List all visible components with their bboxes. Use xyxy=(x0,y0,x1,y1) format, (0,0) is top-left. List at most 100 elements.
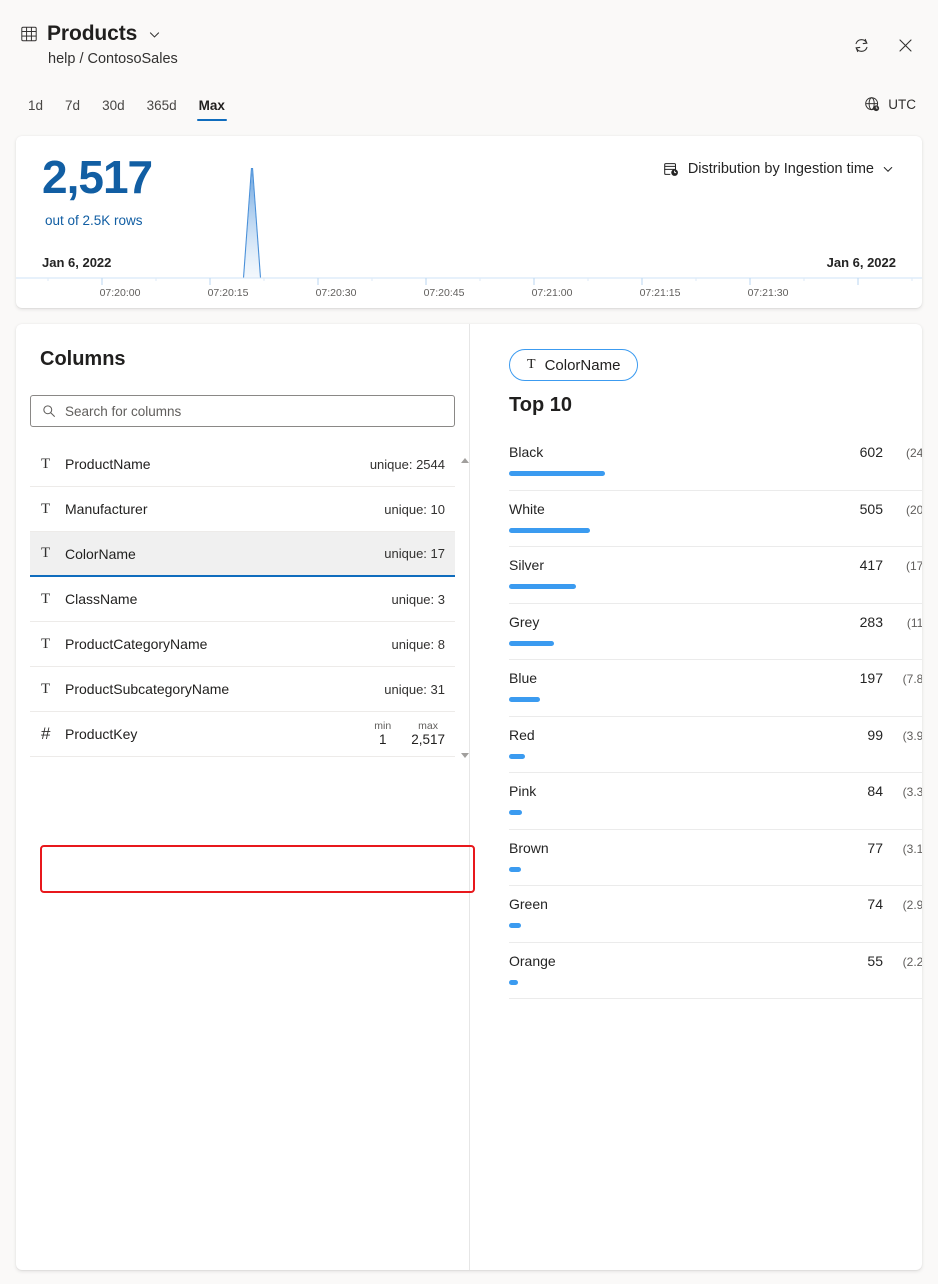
column-meta: unique: 2544 xyxy=(370,457,445,472)
column-name: ClassName xyxy=(65,591,392,607)
tab-max[interactable]: Max xyxy=(191,96,233,121)
refresh-icon xyxy=(852,36,871,55)
refresh-button[interactable] xyxy=(846,30,876,60)
value-row-pink[interactable]: Pink 84 (3.3%) xyxy=(509,773,922,830)
max-value: 2,517 xyxy=(411,732,445,748)
chip-label: ColorName xyxy=(545,357,621,374)
column-name: Manufacturer xyxy=(65,501,384,517)
column-row-productsubcategoryname[interactable]: T ProductSubcategoryName unique: 31 xyxy=(30,667,455,712)
text-type-icon: T xyxy=(527,357,536,373)
summary-card: 2,517 out of 2.5K rows Distribution by I… xyxy=(16,136,922,308)
value-count: 77 xyxy=(867,840,883,856)
value-name: Grey xyxy=(509,614,860,630)
value-name: Pink xyxy=(509,783,867,799)
value-row-grey[interactable]: Grey 283 (11%) xyxy=(509,604,922,661)
text-type-icon: T xyxy=(41,501,61,518)
header-actions xyxy=(846,30,920,60)
number-type-icon: # xyxy=(41,724,61,744)
value-count: 197 xyxy=(860,670,883,686)
column-meta: unique: 17 xyxy=(384,546,445,561)
title-row: Products xyxy=(20,22,161,46)
value-count: 55 xyxy=(867,953,883,969)
value-row-brown[interactable]: Brown 77 (3.1%) xyxy=(509,830,922,887)
value-percent: (11%) xyxy=(890,616,922,630)
spike-plot xyxy=(16,154,922,278)
value-row-black[interactable]: Black 602 (24%) xyxy=(509,434,922,491)
column-name: ProductKey xyxy=(65,726,374,742)
max-label: max xyxy=(418,720,438,733)
value-row-green[interactable]: Green 74 (2.9%) xyxy=(509,886,922,943)
value-name: Black xyxy=(509,444,860,460)
column-name: ProductSubcategoryName xyxy=(65,681,384,697)
value-count: 417 xyxy=(860,557,883,573)
value-name: White xyxy=(509,501,860,517)
value-row-silver[interactable]: Silver 417 (17%) xyxy=(509,547,922,604)
tab-30d[interactable]: 30d xyxy=(94,96,133,121)
search-input[interactable] xyxy=(65,404,443,419)
text-type-icon: T xyxy=(41,545,61,562)
column-row-productname[interactable]: T ProductName unique: 2544 xyxy=(30,442,455,487)
value-count: 84 xyxy=(867,783,883,799)
breadcrumb: help / ContosoSales xyxy=(48,51,178,67)
text-type-icon: T xyxy=(41,591,61,608)
value-name: Green xyxy=(509,896,867,912)
value-percent: (20%) xyxy=(890,503,922,517)
column-meta: unique: 3 xyxy=(392,592,446,607)
value-bar xyxy=(509,471,605,476)
min-value: 1 xyxy=(379,732,387,748)
column-name: ProductCategoryName xyxy=(65,636,392,652)
column-row-colorname[interactable]: T ColorName unique: 17 xyxy=(30,532,455,577)
selected-column-chip[interactable]: T ColorName xyxy=(509,349,638,381)
value-count: 505 xyxy=(860,501,883,517)
column-row-classname[interactable]: T ClassName unique: 3 xyxy=(30,577,455,622)
search-icon xyxy=(42,404,56,418)
value-percent: (2.9%) xyxy=(890,898,922,912)
page-header: Products help / ContosoSales 1d 7d 30d 3… xyxy=(0,0,938,126)
columns-scrollbar[interactable] xyxy=(459,458,470,758)
selection-highlight-annotation xyxy=(40,845,475,893)
value-name: Orange xyxy=(509,953,867,969)
text-type-icon: T xyxy=(41,636,61,653)
value-bar xyxy=(509,697,540,702)
columns-list: T ProductName unique: 2544 T Manufacture… xyxy=(30,442,455,758)
min-label: min xyxy=(374,720,391,733)
value-name: Brown xyxy=(509,840,867,856)
column-row-manufacturer[interactable]: T Manufacturer unique: 10 xyxy=(30,487,455,532)
column-name: ProductName xyxy=(65,456,370,472)
scroll-down-arrow-icon[interactable] xyxy=(461,753,469,758)
value-row-red[interactable]: Red 99 (3.9%) xyxy=(509,717,922,774)
column-row-productcategoryname[interactable]: T ProductCategoryName unique: 8 xyxy=(30,622,455,667)
tab-365d[interactable]: 365d xyxy=(139,96,185,121)
value-bar xyxy=(509,584,576,589)
value-row-white[interactable]: White 505 (20%) xyxy=(509,491,922,548)
column-minmax: min 1 max 2,517 xyxy=(374,720,445,749)
axis-tick-5: 07:21:15 xyxy=(640,287,681,299)
explorer-card: Columns T ProductName unique: 2544 T Man… xyxy=(16,324,922,1270)
value-name: Blue xyxy=(509,670,860,686)
value-count: 283 xyxy=(860,614,883,630)
value-count: 99 xyxy=(867,727,883,743)
globe-clock-icon xyxy=(864,96,881,113)
value-percent: (7.8%) xyxy=(890,672,922,686)
timezone-selector[interactable]: UTC xyxy=(864,96,916,113)
top-values-title: Top 10 xyxy=(509,394,572,417)
chevron-down-icon[interactable] xyxy=(148,28,161,41)
close-icon xyxy=(896,36,915,55)
column-row-productkey[interactable]: # ProductKey min 1 max 2,517 xyxy=(30,712,455,757)
value-bar xyxy=(509,923,521,928)
value-bar xyxy=(509,641,554,646)
tab-1d[interactable]: 1d xyxy=(20,96,51,121)
close-button[interactable] xyxy=(890,30,920,60)
tab-7d[interactable]: 7d xyxy=(57,96,88,121)
value-percent: (17%) xyxy=(890,559,922,573)
search-columns-box[interactable] xyxy=(30,395,455,427)
text-type-icon: T xyxy=(41,456,61,473)
axis-tick-0: 07:20:00 xyxy=(100,287,141,299)
value-row-blue[interactable]: Blue 197 (7.8%) xyxy=(509,660,922,717)
axis-tick-3: 07:20:45 xyxy=(424,287,465,299)
value-percent: (3.3%) xyxy=(890,785,922,799)
scroll-up-arrow-icon[interactable] xyxy=(461,458,469,463)
column-meta: unique: 8 xyxy=(392,637,446,652)
value-row-orange[interactable]: Orange 55 (2.2%) xyxy=(509,943,922,1000)
value-name: Silver xyxy=(509,557,860,573)
